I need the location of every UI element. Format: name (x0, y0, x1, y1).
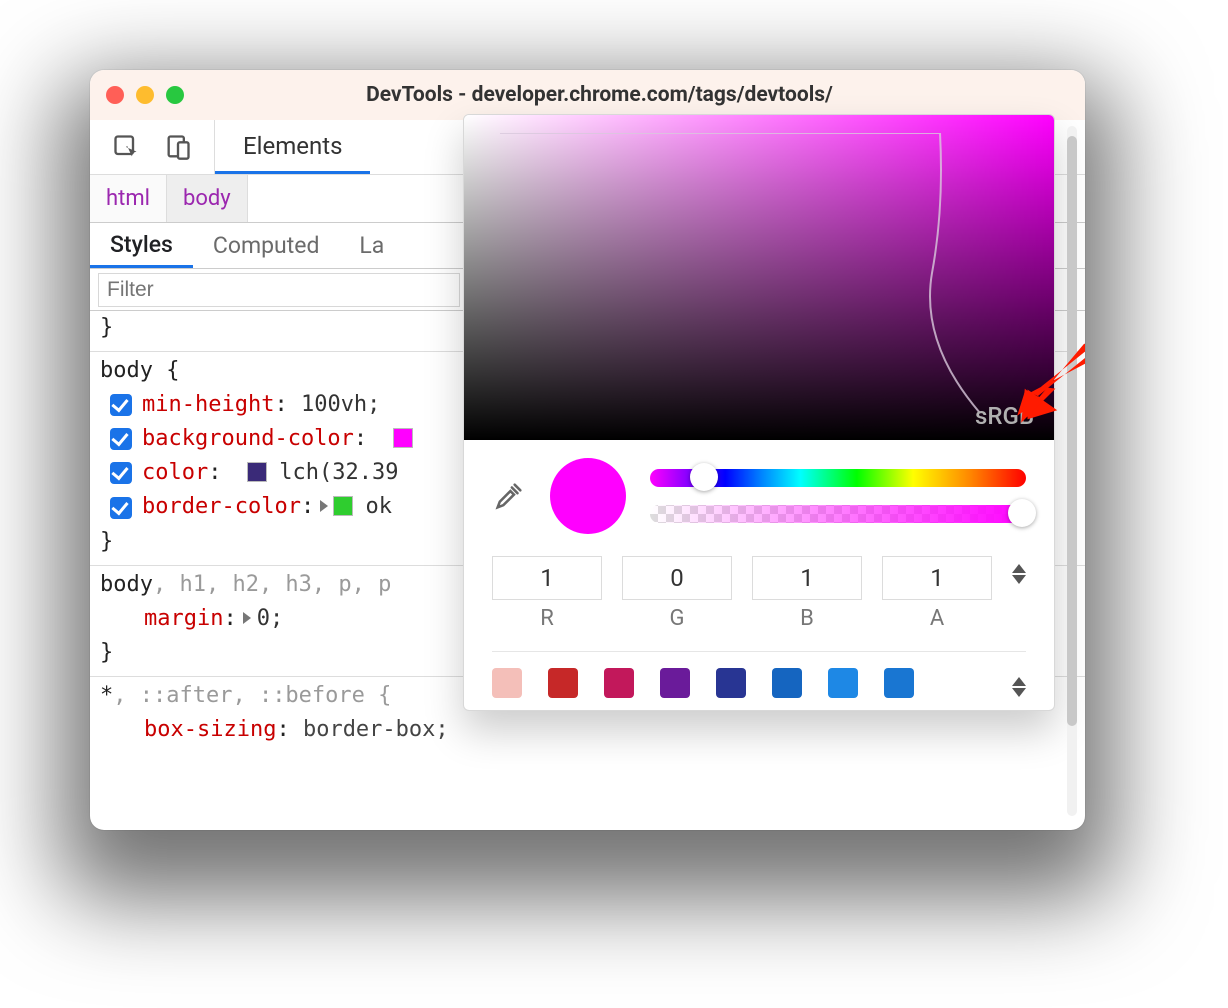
channel-g: G (622, 556, 732, 631)
palette-swatch[interactable] (884, 668, 914, 698)
palette-swatch[interactable] (716, 668, 746, 698)
alpha-slider-handle[interactable] (1008, 499, 1036, 527)
spectrum-canvas[interactable]: sRGB (464, 115, 1054, 440)
g-label: G (622, 606, 732, 631)
chevron-up-icon[interactable] (1012, 564, 1026, 573)
property-value[interactable]: 100vh; (301, 392, 380, 417)
property-toggle-checkbox[interactable] (110, 497, 132, 519)
palette-swatch[interactable] (548, 668, 578, 698)
alpha-slider[interactable] (650, 505, 1026, 523)
srgb-gamut-line (500, 133, 990, 413)
b-label: B (752, 606, 862, 631)
picker-mid-row (492, 458, 1026, 534)
property-value[interactable]: ok (365, 494, 392, 519)
color-picker: sRGB (463, 114, 1055, 711)
palette-swatch[interactable] (828, 668, 858, 698)
r-input[interactable] (492, 556, 602, 600)
palette-swatch[interactable] (660, 668, 690, 698)
a-label: A (882, 606, 992, 631)
annotation-arrow-icon (995, 340, 1085, 430)
crumb-html[interactable]: html (90, 175, 167, 222)
panel-tab-elements[interactable]: Elements (215, 120, 370, 174)
scrollbar[interactable] (1067, 126, 1077, 816)
devtools-window: DevTools - developer.chrome.com/tags/dev… (90, 70, 1085, 830)
expand-icon[interactable] (243, 612, 251, 624)
b-input[interactable] (752, 556, 862, 600)
property-toggle-checkbox[interactable] (110, 394, 132, 416)
format-stepper[interactable] (1012, 556, 1026, 584)
titlebar: DevTools - developer.chrome.com/tags/dev… (90, 70, 1085, 120)
expand-icon[interactable] (320, 500, 328, 512)
hue-slider[interactable] (650, 469, 1026, 487)
chevron-up-icon[interactable] (1012, 677, 1026, 686)
chevron-down-icon[interactable] (1012, 688, 1026, 697)
rgba-inputs: R G B A (492, 556, 1026, 631)
property-name[interactable]: min-height (142, 392, 274, 417)
tab-styles[interactable]: Styles (90, 223, 193, 268)
property-name[interactable]: border-color (142, 494, 301, 519)
property-value[interactable]: lch(32.39 (279, 460, 398, 485)
property-toggle-checkbox[interactable] (110, 428, 132, 450)
property-name[interactable]: background-color (142, 426, 354, 451)
palette-swatch[interactable] (492, 668, 522, 698)
color-palette (492, 651, 1026, 698)
device-toolbar-icon[interactable] (164, 133, 192, 161)
color-swatch[interactable] (334, 497, 352, 515)
tab-layout[interactable]: La (339, 223, 404, 268)
close-icon[interactable] (106, 86, 124, 104)
tab-computed[interactable]: Computed (193, 223, 340, 268)
property-name[interactable]: margin (144, 606, 223, 631)
scrollbar-thumb[interactable] (1067, 136, 1077, 726)
property-name[interactable]: box-sizing (144, 717, 276, 742)
palette-stepper[interactable] (1012, 669, 1026, 697)
palette-swatch[interactable] (772, 668, 802, 698)
property-name[interactable]: color (142, 460, 208, 485)
style-property[interactable]: box-sizing: border-box; (100, 713, 1075, 747)
eyedropper-icon[interactable] (492, 479, 526, 513)
r-label: R (492, 606, 602, 631)
property-value[interactable]: 0; (257, 606, 284, 631)
picker-body: R G B A (464, 440, 1054, 710)
hue-slider-handle[interactable] (690, 463, 718, 491)
g-input[interactable] (622, 556, 732, 600)
crumb-body[interactable]: body (167, 175, 248, 222)
styles-filter-input[interactable] (98, 273, 460, 307)
color-swatch[interactable] (394, 429, 412, 447)
sliders (650, 469, 1026, 523)
channel-b: B (752, 556, 862, 631)
a-input[interactable] (882, 556, 992, 600)
tool-icons (90, 120, 215, 174)
property-value[interactable]: border-box; (303, 717, 449, 742)
window-title: DevTools - developer.chrome.com/tags/dev… (130, 83, 1069, 107)
channel-a: A (882, 556, 992, 631)
chevron-down-icon[interactable] (1012, 575, 1026, 584)
property-toggle-checkbox[interactable] (110, 462, 132, 484)
inspect-element-icon[interactable] (112, 133, 140, 161)
palette-swatches (492, 668, 986, 698)
palette-swatch[interactable] (604, 668, 634, 698)
color-swatch[interactable] (248, 463, 266, 481)
channel-r: R (492, 556, 602, 631)
selected-color-preview (550, 458, 626, 534)
